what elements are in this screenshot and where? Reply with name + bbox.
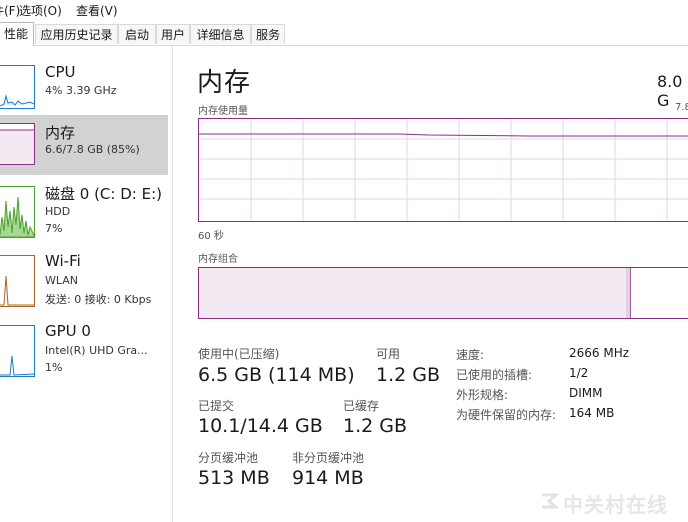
sidebar-item-title: GPU 0 — [45, 322, 91, 340]
page-title: 内存 — [197, 68, 252, 98]
speed-label: 速度: — [456, 348, 485, 362]
memory-composition-bar — [198, 267, 688, 319]
paged-pool-label: 分页缓冲池 — [198, 451, 259, 465]
tab-bar: 性能 应用历史记录 启动 用户 详细信息 服务 — [0, 21, 688, 46]
sidebar-item-disk[interactable]: 磁盘 0 (C: D: E:) HDD 7% — [0, 178, 168, 242]
slots-value: 1/2 — [569, 366, 589, 380]
time-axis-label: 60 秒 — [198, 231, 224, 242]
composition-in-use — [199, 268, 627, 318]
sidebar-item-title: 内存 — [45, 124, 76, 142]
available-label: 可用 — [376, 347, 401, 361]
cpu-thumbnail-graph — [0, 65, 35, 109]
memory-usage-graph-svg — [199, 119, 688, 221]
gpu-thumbnail-graph — [0, 325, 35, 377]
sidebar-item-detail: HDD — [45, 205, 71, 218]
sidebar-item-detail: WLAN — [45, 274, 79, 287]
tab-details[interactable]: 详细信息 — [190, 24, 251, 44]
disk-thumbnail-graph — [0, 186, 35, 238]
in-use-label: 使用中(已压缩) — [198, 347, 280, 361]
sidebar-item-detail: 4% 3.39 GHz — [45, 84, 117, 97]
sidebar-item-gpu[interactable]: GPU 0 Intel(R) UHD Gra... 1% — [0, 317, 168, 381]
composition-modified — [626, 268, 631, 318]
sidebar: CPU 4% 3.39 GHz 内存 6.6/7.8 GB (85%) 磁盘 0… — [0, 46, 173, 522]
memory-thumbnail-graph — [0, 123, 35, 165]
sidebar-item-wifi[interactable]: Wi-Fi WLAN 发送: 0 接收: 0 Kbps — [0, 247, 168, 311]
sidebar-item-detail: 1% — [45, 361, 63, 374]
sidebar-item-title: 磁盘 0 (C: D: E:) — [45, 185, 162, 203]
paged-pool-value: 513 MB — [198, 467, 270, 489]
sidebar-item-detail: 6.6/7.8 GB (85%) — [45, 143, 140, 156]
sidebar-item-detail: Intel(R) UHD Gra... — [45, 344, 148, 357]
watermark-text: 中关村在线 — [563, 493, 668, 517]
menu-view[interactable]: 查看(V) — [76, 2, 118, 19]
menu-bar: 件(F) 选项(O) 查看(V) — [0, 0, 688, 20]
tab-startup[interactable]: 启动 — [118, 24, 156, 44]
nonpaged-pool-label: 非分页缓冲池 — [292, 451, 365, 465]
reserved-label: 为硬件保留的内存: — [456, 408, 557, 422]
cached-label: 已缓存 — [343, 399, 380, 413]
sidebar-item-detail: 发送: 0 接收: 0 Kbps — [45, 293, 152, 306]
cached-value: 1.2 GB — [343, 415, 408, 437]
speed-value: 2666 MHz — [569, 346, 630, 360]
usage-graph-max: 7.8 — [675, 102, 688, 113]
committed-label: 已提交 — [198, 399, 235, 413]
nonpaged-pool-value: 914 MB — [292, 467, 364, 489]
tab-performance[interactable]: 性能 — [0, 22, 34, 46]
watermark-logo-icon — [542, 493, 559, 509]
slots-label: 已使用的插槽: — [456, 368, 533, 382]
wifi-thumbnail-graph — [0, 255, 35, 307]
sidebar-item-title: Wi-Fi — [45, 252, 81, 270]
menu-file[interactable]: 件(F) — [0, 2, 20, 19]
tab-services[interactable]: 服务 — [251, 24, 285, 44]
sidebar-item-cpu[interactable]: CPU 4% 3.39 GHz — [0, 59, 168, 123]
sidebar-item-title: CPU — [45, 63, 76, 81]
menu-options[interactable]: 选项(O) — [19, 2, 62, 19]
form-factor-value: DIMM — [569, 386, 603, 400]
sidebar-item-memory[interactable]: 内存 6.6/7.8 GB (85%) — [0, 115, 168, 175]
committed-value: 10.1/14.4 GB — [198, 415, 323, 437]
reserved-value: 164 MB — [569, 406, 615, 420]
composition-label: 内存组合 — [198, 254, 238, 265]
available-value: 1.2 GB — [376, 364, 441, 386]
sidebar-item-detail: 7% — [45, 222, 63, 235]
usage-graph-label: 内存使用量 — [198, 106, 248, 117]
tab-users[interactable]: 用户 — [156, 24, 190, 44]
form-factor-label: 外形规格: — [456, 388, 509, 402]
in-use-value: 6.5 GB (114 MB) — [198, 364, 355, 386]
memory-usage-graph — [198, 118, 688, 222]
tab-app-history[interactable]: 应用历史记录 — [35, 24, 118, 44]
